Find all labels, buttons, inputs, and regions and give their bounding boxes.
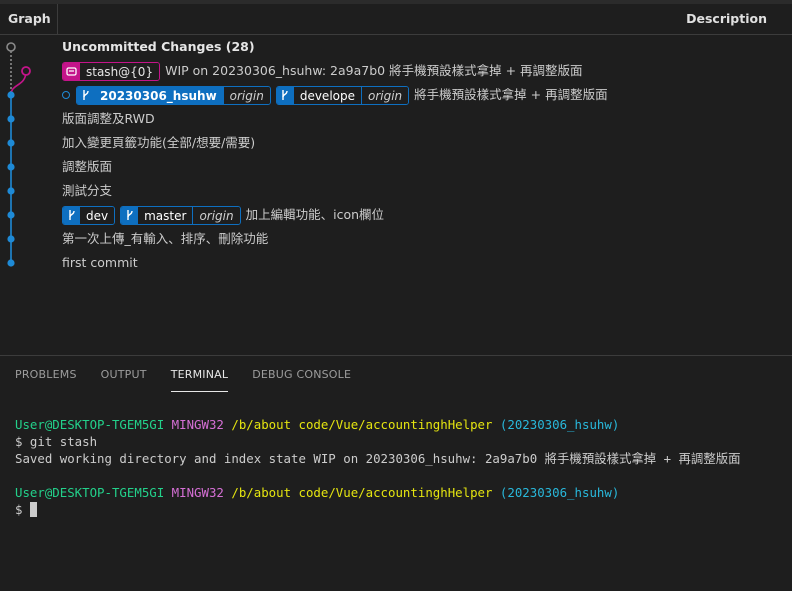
terminal-command-line: $ git stash bbox=[15, 434, 98, 449]
commit-message: 加上編輯功能、icon欄位 bbox=[245, 207, 385, 222]
branch-ref-badge[interactable]: develope origin bbox=[275, 85, 410, 105]
commit-row[interactable]: 第一次上傳_有輸入、排序、刪除功能 bbox=[62, 227, 268, 251]
commit-row-stash[interactable]: stash@{0} WIP on 20230306_hsuhw: 2a9a7b0… bbox=[62, 59, 583, 83]
commit-graph bbox=[6, 42, 31, 267]
terminal-input-line[interactable]: $ bbox=[15, 501, 741, 518]
commit-message: first commit bbox=[62, 255, 138, 270]
terminal-prompt-line: User@DESKTOP-TGEM5GI MINGW32 /b/about co… bbox=[15, 484, 741, 501]
commit-row[interactable]: 版面調整及RWD bbox=[62, 107, 155, 131]
tab-debug-console[interactable]: DEBUG CONSOLE bbox=[252, 368, 351, 391]
prompt-env: MINGW32 bbox=[171, 485, 224, 500]
commit-node[interactable] bbox=[7, 235, 15, 243]
prompt-env: MINGW32 bbox=[171, 417, 224, 432]
tab-output[interactable]: OUTPUT bbox=[101, 368, 147, 391]
commit-row[interactable]: 加入變更頁籤功能(全部/想要/需要) bbox=[62, 131, 255, 155]
commit-row[interactable]: dev master origin 加上編輯功能、icon欄位 bbox=[62, 203, 384, 227]
stash-node[interactable] bbox=[21, 66, 31, 76]
commit-message: 測試分支 bbox=[62, 183, 113, 198]
description-column-header[interactable]: Description bbox=[686, 4, 767, 34]
terminal-prompt-line: User@DESKTOP-TGEM5GI MINGW32 /b/about co… bbox=[15, 416, 741, 433]
graph-column-header[interactable]: Graph bbox=[0, 4, 58, 34]
commit-message: WIP on 20230306_hsuhw: 2a9a7b0 將手機預設樣式拿掉… bbox=[165, 63, 583, 78]
prompt-path: /b/about code/Vue/accountinghHelper bbox=[231, 417, 493, 432]
branch-icon bbox=[121, 206, 139, 224]
ref-name: dev bbox=[80, 206, 115, 224]
commit-message: 將手機預設樣式拿掉 + 再調整版面 bbox=[414, 87, 608, 102]
branch-icon bbox=[63, 206, 80, 224]
branch-icon bbox=[276, 86, 294, 104]
commit-node[interactable] bbox=[7, 163, 15, 171]
ref-name: develope bbox=[293, 86, 361, 104]
ref-remote-label: origin bbox=[192, 206, 240, 224]
terminal[interactable]: User@DESKTOP-TGEM5GI MINGW32 /b/about co… bbox=[15, 416, 741, 518]
branch-ref-badge[interactable]: master origin bbox=[120, 205, 241, 225]
commit-node[interactable] bbox=[7, 187, 15, 195]
branch-ref-badge-head[interactable]: 20230306_hsuhw origin bbox=[76, 85, 271, 105]
branch-ref-badge[interactable]: dev bbox=[62, 205, 116, 225]
prompt-user: User@DESKTOP-TGEM5GI bbox=[15, 417, 165, 432]
ref-remote-label: origin bbox=[361, 86, 409, 104]
commit-row-uncommitted[interactable]: Uncommitted Changes (28) bbox=[62, 35, 255, 59]
head-indicator-icon bbox=[62, 91, 70, 99]
stash-ref-badge[interactable]: stash@{0} bbox=[62, 61, 161, 81]
commit-node[interactable] bbox=[7, 259, 15, 267]
commit-node[interactable] bbox=[7, 91, 15, 99]
bottom-panel: PROBLEMS OUTPUT TERMINAL DEBUG CONSOLE U… bbox=[0, 355, 792, 591]
commit-message: 調整版面 bbox=[62, 159, 113, 174]
tab-problems[interactable]: PROBLEMS bbox=[15, 368, 77, 391]
terminal-output-line: Saved working directory and index state … bbox=[15, 451, 741, 466]
graph-header: Graph Description bbox=[0, 4, 792, 35]
commit-row[interactable]: first commit bbox=[62, 251, 138, 275]
stash-icon bbox=[63, 62, 80, 80]
prompt-branch: (20230306_hsuhw) bbox=[499, 417, 620, 432]
ref-remote-label: origin bbox=[222, 86, 270, 104]
commit-message: 版面調整及RWD bbox=[62, 111, 155, 126]
ref-name: master bbox=[138, 206, 193, 224]
prompt-branch: (20230306_hsuhw) bbox=[499, 485, 620, 500]
commit-node[interactable] bbox=[7, 139, 15, 147]
commit-node[interactable] bbox=[7, 211, 15, 219]
prompt-user: User@DESKTOP-TGEM5GI bbox=[15, 485, 165, 500]
commit-message: 加入變更頁籤功能(全部/想要/需要) bbox=[62, 135, 256, 150]
terminal-cursor bbox=[29, 502, 37, 517]
ref-name: 20230306_hsuhw bbox=[94, 86, 223, 104]
commit-node[interactable] bbox=[7, 115, 15, 123]
panel-tabs: PROBLEMS OUTPUT TERMINAL DEBUG CONSOLE bbox=[15, 368, 375, 392]
branch-icon bbox=[77, 86, 94, 104]
ref-name: stash@{0} bbox=[80, 62, 160, 80]
input-prompt: $ bbox=[15, 502, 23, 517]
commit-row-head[interactable]: 20230306_hsuhw origin develope origin 將手… bbox=[62, 83, 608, 107]
prompt-path: /b/about code/Vue/accountinghHelper bbox=[231, 485, 493, 500]
commit-message: 第一次上傳_有輸入、排序、刪除功能 bbox=[62, 231, 269, 246]
uncommitted-node[interactable] bbox=[6, 42, 16, 52]
commit-message: Uncommitted Changes (28) bbox=[62, 39, 255, 54]
tab-terminal[interactable]: TERMINAL bbox=[170, 368, 229, 392]
commit-row[interactable]: 測試分支 bbox=[62, 179, 112, 203]
commit-row[interactable]: 調整版面 bbox=[62, 155, 112, 179]
